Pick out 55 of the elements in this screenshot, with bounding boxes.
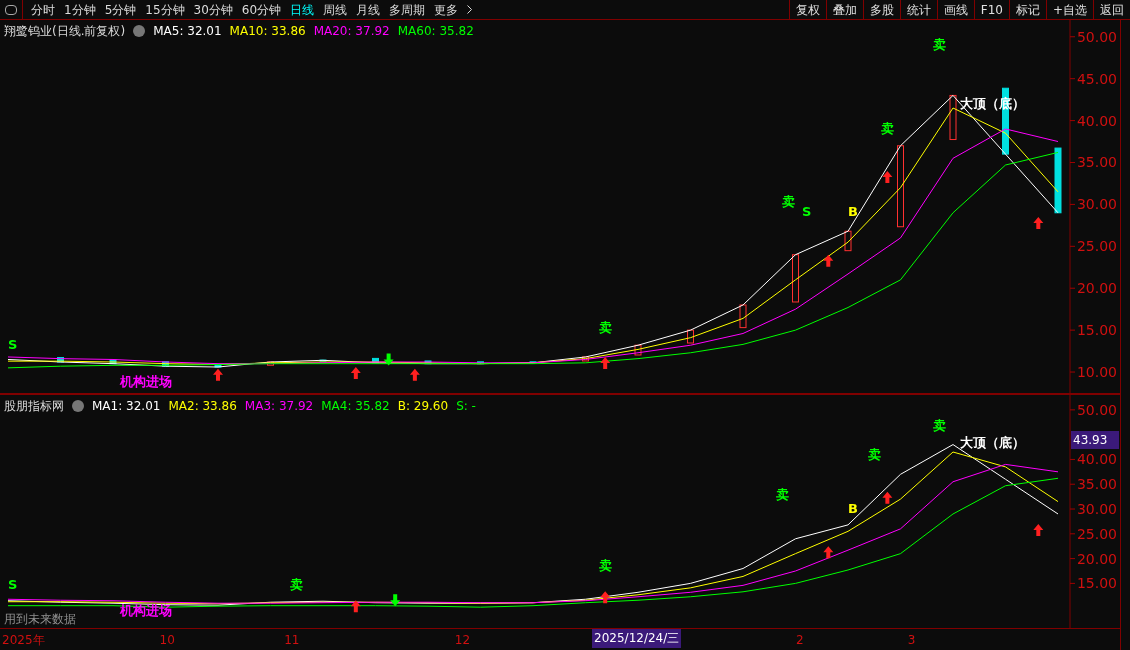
signal-label: B bbox=[848, 204, 858, 220]
signal-label: 卖 bbox=[598, 557, 612, 573]
axis-label: 20.00 bbox=[1076, 280, 1117, 297]
axis-label: 50.00 bbox=[1076, 28, 1117, 45]
axis-label: 25.00 bbox=[1076, 238, 1117, 255]
axis-label: 30.00 bbox=[1076, 196, 1117, 213]
axis-label: 20.00 bbox=[1076, 550, 1117, 567]
legend-value: S: - bbox=[456, 398, 476, 415]
axis-label: 35.00 bbox=[1076, 154, 1117, 171]
legend-value: MA3: 37.92 bbox=[244, 398, 314, 415]
axis-label: 30.00 bbox=[1076, 501, 1117, 517]
chart-title: 股朋指标网 bbox=[4, 398, 64, 415]
signal-label: 大顶（底） bbox=[959, 435, 1025, 451]
axis-label: 10.00 bbox=[1076, 364, 1117, 381]
chart-title: 翔鹭钨业(日线.前复权) bbox=[4, 23, 126, 40]
cursor-date-label: 2025/12/24/三 bbox=[592, 629, 682, 648]
warning-note: 用到未来数据 bbox=[4, 611, 76, 628]
axis-label: 15.00 bbox=[1076, 322, 1117, 339]
legend-value: MA10: 33.86 bbox=[229, 23, 306, 40]
legend-value: MA20: 37.92 bbox=[313, 23, 390, 40]
signal-label: B bbox=[848, 501, 858, 516]
time-axis-label: 2 bbox=[796, 632, 804, 649]
signal-label: S bbox=[802, 204, 812, 220]
signal-label: 卖 bbox=[598, 319, 612, 335]
cursor-price-label: 43.93 bbox=[1071, 431, 1119, 449]
signal-label: 卖 bbox=[933, 417, 947, 433]
time-axis-label: 10 bbox=[159, 632, 175, 649]
signal-label: 卖 bbox=[933, 37, 947, 53]
legend-value: MA60: 35.82 bbox=[397, 23, 474, 40]
signal-label: 卖 bbox=[290, 577, 304, 593]
axis-label: 35.00 bbox=[1076, 476, 1117, 493]
axis-label: 25.00 bbox=[1076, 525, 1117, 542]
signal-label: S bbox=[8, 336, 18, 352]
time-axis-label: 2025年 bbox=[2, 632, 45, 649]
time-axis-label: 11 bbox=[284, 632, 300, 649]
axis-label: 40.00 bbox=[1076, 112, 1117, 129]
axis-label: 45.00 bbox=[1076, 70, 1117, 87]
signal-label: 卖 bbox=[782, 194, 796, 210]
time-axis-label: 3 bbox=[907, 632, 916, 649]
signal-label: 卖 bbox=[880, 121, 894, 137]
signal-label: S bbox=[8, 577, 18, 593]
time-axis-label: 12 bbox=[454, 632, 471, 649]
legend-value: B: 29.60 bbox=[397, 398, 449, 415]
axis-label: 40.00 bbox=[1076, 451, 1117, 468]
signal-label: 卖 bbox=[867, 447, 881, 463]
signal-label: 卖 bbox=[775, 487, 789, 503]
legend-value: MA2: 33.86 bbox=[168, 398, 237, 415]
legend-value: MA4: 35.82 bbox=[321, 398, 390, 415]
legend-value: MA1: 32.01 bbox=[92, 398, 161, 415]
signal-label: 机构进场 bbox=[119, 603, 172, 619]
axis-label: 15.00 bbox=[1076, 575, 1117, 592]
signal-label: 机构进场 bbox=[119, 374, 172, 390]
signal-label: 大顶（底） bbox=[959, 96, 1025, 111]
axis-label: 50.00 bbox=[1076, 401, 1117, 418]
legend-value: MA5: 32.01 bbox=[153, 23, 222, 40]
